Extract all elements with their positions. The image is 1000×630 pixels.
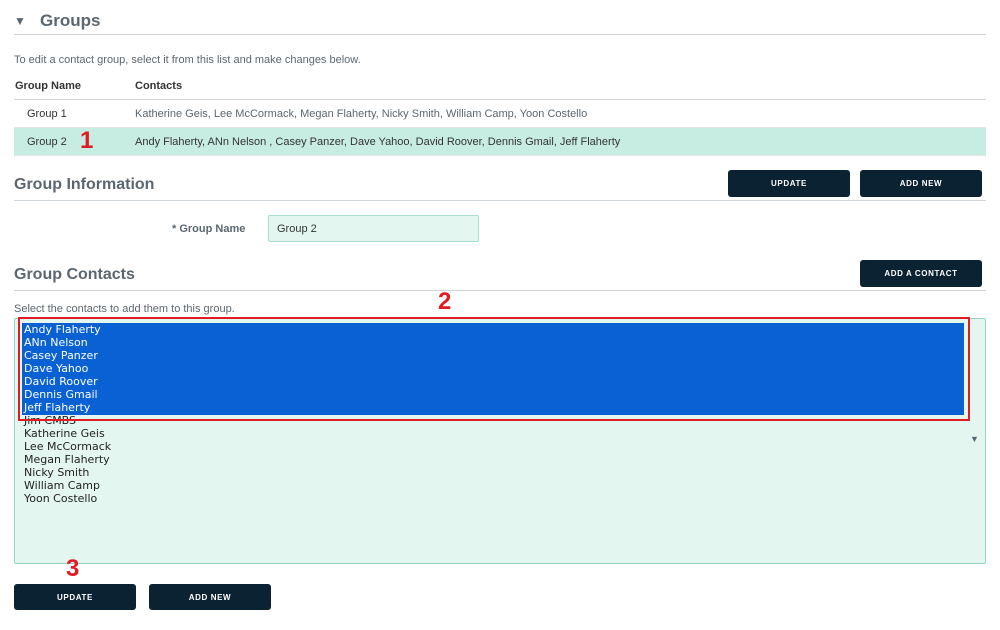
group-contacts-title: Group Contacts xyxy=(14,266,135,283)
column-header-contacts: Contacts xyxy=(135,80,183,92)
annotation-marker-1: 1 xyxy=(80,127,94,154)
add-a-contact-button[interactable]: ADD A CONTACT xyxy=(860,260,982,287)
contacts-multiselect[interactable]: Andy Flaherty ANn Nelson Casey Panzer Da… xyxy=(14,318,986,564)
divider xyxy=(14,290,986,291)
contact-option[interactable]: Nicky Smith xyxy=(24,466,89,479)
contact-option[interactable]: David Roover xyxy=(24,375,98,388)
collapse-caret-icon[interactable]: ▼ xyxy=(14,14,38,28)
divider xyxy=(14,200,986,201)
update-button[interactable]: UPDATE xyxy=(728,170,850,197)
footer-update-button[interactable]: UPDATE xyxy=(14,584,136,610)
contact-option[interactable]: Casey Panzer xyxy=(24,349,98,362)
contact-option[interactable]: Lee McCormack xyxy=(24,440,111,453)
contact-option[interactable]: Katherine Geis xyxy=(24,427,105,440)
footer-add-new-button[interactable]: ADD NEW xyxy=(149,584,271,610)
column-header-group-name: Group Name xyxy=(15,80,82,92)
groups-title: Groups xyxy=(40,11,101,30)
groups-hint: To edit a contact group, select it from … xyxy=(14,54,361,66)
group-contacts-cell: Andy Flaherty, ANn Nelson , Casey Panzer… xyxy=(135,136,621,148)
add-new-button[interactable]: ADD NEW xyxy=(860,170,982,197)
dropdown-arrow-icon[interactable]: ▼ xyxy=(970,434,979,444)
table-row-group-1[interactable]: Group 1 Katherine Geis, Lee McCormack, M… xyxy=(14,100,986,128)
group-information-title: Group Information xyxy=(14,176,155,193)
contact-option[interactable]: Jeff Flaherty xyxy=(24,401,90,414)
contact-option[interactable]: Yoon Costello xyxy=(24,492,97,505)
selection-highlight xyxy=(22,323,964,415)
group-name-field[interactable]: Group 2 xyxy=(268,215,479,242)
table-row-group-2[interactable]: Group 2 Andy Flaherty, ANn Nelson , Case… xyxy=(14,128,986,156)
group-contacts-cell: Katherine Geis, Lee McCormack, Megan Fla… xyxy=(135,108,588,120)
groups-section-header[interactable]: ▼ Groups xyxy=(14,8,986,35)
groups-table-header: Group Name Contacts xyxy=(14,78,986,100)
group-name-cell: Group 1 xyxy=(27,108,67,120)
contact-option[interactable]: Megan Flaherty xyxy=(24,453,110,466)
contact-option[interactable]: Jim CMBS xyxy=(24,414,76,427)
contact-option[interactable]: Andy Flaherty xyxy=(24,323,101,336)
contact-option[interactable]: Dave Yahoo xyxy=(24,362,88,375)
group-name-cell: Group 2 xyxy=(27,136,67,148)
contact-option[interactable]: Dennis Gmail xyxy=(24,388,98,401)
contact-option[interactable]: ANn Nelson xyxy=(24,336,88,349)
contact-option[interactable]: William Camp xyxy=(24,479,100,492)
group-name-label: * Group Name xyxy=(172,223,246,235)
annotation-marker-3: 3 xyxy=(66,555,80,582)
group-contacts-hint: Select the contacts to add them to this … xyxy=(14,303,235,315)
annotation-marker-2: 2 xyxy=(438,288,452,315)
